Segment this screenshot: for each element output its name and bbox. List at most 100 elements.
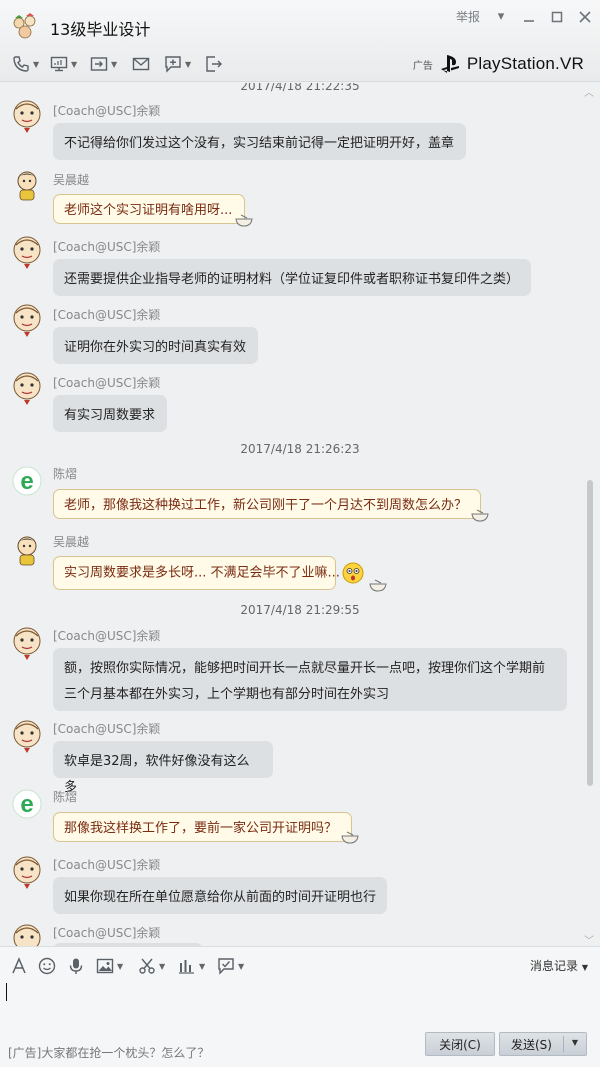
chat-toolbar: ▼ ▼ ▼ ▼ 广告 PlayStation.VR bbox=[0, 46, 600, 82]
font-icon bbox=[12, 957, 26, 974]
sender-name: 陈熠 bbox=[53, 790, 78, 804]
phone-icon bbox=[13, 56, 29, 72]
chevron-down-icon[interactable]: ▼ bbox=[238, 962, 244, 971]
avatar[interactable] bbox=[10, 923, 44, 946]
file-transfer-icon bbox=[90, 57, 108, 71]
poll-button[interactable]: ▼ bbox=[217, 957, 244, 975]
message-bubble[interactable]: 软卓是32周，软件好像没有这么多 bbox=[53, 741, 273, 795]
message-history-button[interactable]: 消息记录 ▼ bbox=[530, 957, 588, 974]
sender-name: [Coach@USC]余颖 bbox=[53, 858, 161, 872]
image-button[interactable]: ▼ bbox=[96, 957, 123, 975]
chevron-down-icon: ▼ bbox=[581, 963, 588, 972]
sender-name: [Coach@USC]余颖 bbox=[53, 104, 161, 118]
close-button[interactable]: 关闭(C) bbox=[425, 1032, 495, 1056]
shocked-emoji-icon bbox=[342, 562, 364, 584]
phone-button[interactable]: ▼ bbox=[12, 54, 39, 74]
bubble-bowl-icon bbox=[471, 509, 489, 522]
window-title: 13级毕业设计 bbox=[50, 20, 151, 39]
send-label: 发送(S) bbox=[511, 1037, 552, 1052]
chart-button[interactable]: ▼ bbox=[178, 957, 205, 975]
sender-name: [Coach@USC]余颖 bbox=[53, 926, 161, 940]
avatar[interactable] bbox=[10, 371, 44, 405]
avatar[interactable] bbox=[10, 533, 44, 567]
avatar[interactable]: e bbox=[10, 464, 44, 498]
sender-name: [Coach@USC]余颖 bbox=[53, 629, 161, 643]
message-text: 实习周数要求是多长呀... 不满足会毕不了业嘛... bbox=[64, 565, 340, 581]
message-bubble[interactable]: 不记得给你们发过这个没有，实习结束前记得一定把证明开好，盖章 bbox=[53, 123, 466, 160]
scroll-up-icon[interactable]: ︿ bbox=[584, 84, 594, 99]
sender-name: 陈熠 bbox=[53, 467, 78, 481]
message-bubble[interactable]: 实习周数要求是多长呀... 不满足会毕不了业嘛... bbox=[53, 556, 364, 590]
sender-name: [Coach@USC]余颖 bbox=[53, 376, 161, 390]
minimize-icon[interactable] bbox=[522, 10, 536, 24]
voice-button[interactable] bbox=[67, 957, 85, 975]
group-avatar-icon[interactable] bbox=[10, 12, 40, 42]
message-bubble[interactable]: 额，按照你实际情况，能够把时间开长一点就尽量开长一点吧，按理你们这个学期前 三个… bbox=[53, 648, 567, 711]
screen-share-icon bbox=[50, 56, 68, 72]
avatar[interactable] bbox=[10, 719, 44, 753]
scrollbar[interactable] bbox=[587, 480, 593, 786]
font-button[interactable] bbox=[10, 957, 28, 975]
image-icon bbox=[96, 958, 114, 974]
emoji-icon bbox=[38, 957, 56, 975]
ad-banner[interactable]: 广告 PlayStation.VR bbox=[413, 50, 584, 78]
file-transfer-button[interactable]: ▼ bbox=[90, 54, 117, 74]
scroll-down-icon[interactable]: ﹀ bbox=[584, 932, 594, 947]
bubble-bowl-icon bbox=[341, 831, 359, 844]
history-label: 消息记录 bbox=[530, 959, 579, 973]
add-comment-button[interactable]: ▼ bbox=[164, 54, 191, 74]
message-bubble[interactable]: 还需要提供企业指导老师的证明材料（学位证复印件或者职称证书复印件之类） bbox=[53, 259, 531, 296]
chevron-down-icon[interactable]: ▼ bbox=[71, 60, 77, 69]
sender-name: [Coach@USC]余颖 bbox=[53, 308, 161, 322]
emoji-button[interactable] bbox=[38, 957, 56, 975]
sender-name: 吴晨越 bbox=[53, 173, 90, 187]
maximize-icon[interactable] bbox=[550, 10, 564, 24]
title-bar: 13级毕业设计 举报 ▾ bbox=[0, 0, 600, 46]
exit-icon bbox=[206, 56, 222, 72]
chart-icon bbox=[179, 960, 194, 974]
exit-button[interactable] bbox=[205, 54, 223, 74]
microphone-icon bbox=[69, 958, 83, 974]
screenshot-button[interactable]: ▼ bbox=[138, 957, 165, 975]
avatar[interactable] bbox=[10, 303, 44, 337]
message-line: 三个月基本都在外实习，上个学期也有部分时间在外实习 bbox=[64, 687, 390, 702]
message-line: 额，按照你实际情况，能够把时间开长一点就尽量开长一点吧，按理你们这个学期前 bbox=[64, 661, 546, 676]
close-icon[interactable] bbox=[578, 10, 592, 24]
svg-text:e: e bbox=[20, 468, 33, 495]
poll-icon bbox=[218, 958, 234, 975]
message-bubble[interactable]: 有实习周数要求 bbox=[53, 395, 167, 432]
avatar[interactable] bbox=[10, 626, 44, 660]
chevron-down-icon[interactable]: ▼ bbox=[33, 60, 39, 69]
message-bubble[interactable]: 如果你现在所在单位愿意给你从前面的时间开证明也行 bbox=[53, 877, 387, 914]
scissors-icon bbox=[139, 958, 155, 974]
chevron-down-icon[interactable]: ▼ bbox=[199, 962, 205, 971]
chat-history[interactable]: 2017/4/18 21:22:35 [Coach@USC]余颖 不记得给你们发… bbox=[0, 83, 600, 946]
sender-name: [Coach@USC]余颖 bbox=[53, 240, 161, 254]
add-comment-icon bbox=[165, 56, 181, 73]
sender-name: [Coach@USC]余颖 bbox=[53, 722, 161, 736]
chevron-down-icon[interactable]: ▼ bbox=[185, 60, 191, 69]
avatar[interactable] bbox=[10, 168, 44, 202]
report-link[interactable]: 举报 bbox=[456, 8, 480, 25]
message-bubble[interactable]: 老师，那像我这种换过工作，新公司刚干了一个月达不到周数怎么办？ bbox=[53, 489, 481, 519]
mail-button[interactable] bbox=[132, 54, 150, 74]
avatar[interactable]: e bbox=[10, 787, 44, 821]
chevron-down-icon[interactable]: ▼ bbox=[159, 962, 165, 971]
screen-share-button[interactable]: ▼ bbox=[50, 54, 77, 74]
message-bubble[interactable]: 老师这个实习证明有啥用呀... bbox=[53, 194, 245, 224]
message-bubble[interactable]: 那像我这样换工作了，要前一家公司开证明吗？ bbox=[53, 812, 352, 842]
bubble-bowl-icon bbox=[369, 579, 387, 592]
ad-text-link[interactable]: [广告]大家都在抢一个枕头？怎么了？ bbox=[8, 1044, 209, 1061]
avatar[interactable] bbox=[10, 855, 44, 889]
send-button[interactable]: 发送(S) ▼ bbox=[499, 1032, 587, 1056]
chevron-down-icon[interactable]: ▼ bbox=[111, 60, 117, 69]
text-input-cursor[interactable] bbox=[6, 983, 7, 1001]
playstation-logo-icon bbox=[440, 55, 459, 73]
avatar[interactable] bbox=[10, 99, 44, 133]
chevron-down-icon[interactable]: ▼ bbox=[117, 962, 123, 971]
chevron-down-icon[interactable]: ▾ bbox=[494, 9, 508, 24]
chevron-down-icon[interactable]: ▼ bbox=[572, 1038, 578, 1047]
bubble-bowl-icon bbox=[235, 214, 253, 227]
avatar[interactable] bbox=[10, 235, 44, 269]
message-bubble[interactable]: 证明你在外实习的时间真实有效 bbox=[53, 327, 258, 364]
